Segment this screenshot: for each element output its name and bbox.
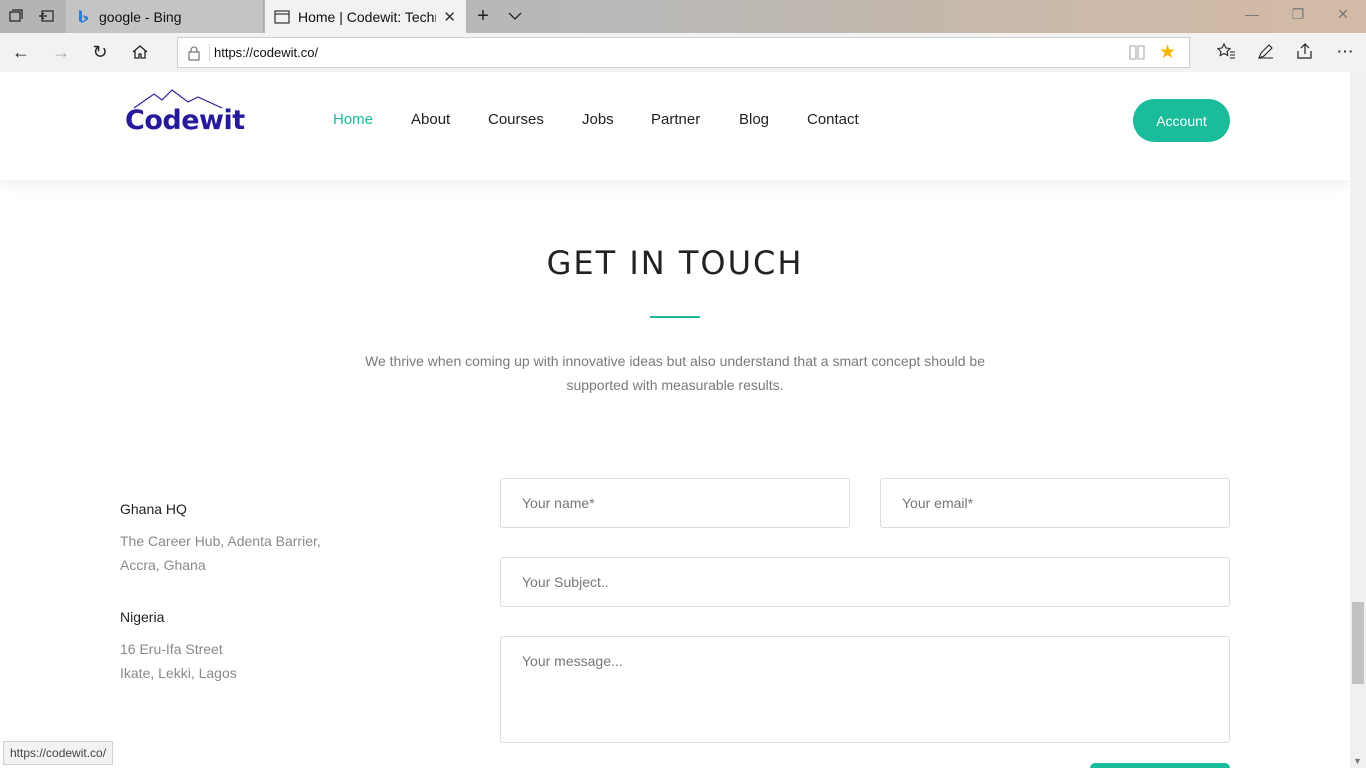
- minimize-icon[interactable]: —: [1242, 6, 1262, 22]
- close-tab-icon[interactable]: ✕: [443, 8, 456, 26]
- submit-button[interactable]: [1090, 763, 1230, 768]
- tab-set-aside-icon[interactable]: [7, 7, 25, 25]
- url-divider: [209, 44, 210, 62]
- logo-text: Codewit: [125, 105, 245, 136]
- scroll-thumb[interactable]: [1352, 602, 1364, 684]
- favorites-list-icon[interactable]: [1215, 42, 1237, 65]
- home-icon[interactable]: [129, 41, 151, 63]
- office-nigeria-line-2: Ikate, Lekki, Lagos: [120, 665, 237, 681]
- share-icon[interactable]: [1294, 42, 1316, 65]
- back-icon[interactable]: ←: [10, 41, 32, 63]
- message-field[interactable]: Your message...: [500, 636, 1230, 743]
- address-bar[interactable]: https://codewit.co/ ★: [177, 37, 1190, 68]
- nav-about[interactable]: About: [411, 111, 450, 128]
- reading-view-icon[interactable]: [1129, 44, 1145, 61]
- description-line-1: We thrive when coming up with innovative…: [365, 353, 985, 369]
- url-text[interactable]: https://codewit.co/: [214, 45, 318, 60]
- page-scrollbar[interactable]: ▼: [1350, 72, 1366, 768]
- lock-icon: [187, 45, 201, 61]
- office-ghana-heading: Ghana HQ: [120, 501, 187, 517]
- tab-title: Home | Codewit: Technology: [298, 8, 436, 25]
- new-tab-icon[interactable]: +: [474, 6, 492, 26]
- notes-pen-icon[interactable]: [1255, 42, 1277, 65]
- bing-icon: [75, 9, 91, 25]
- nav-courses[interactable]: Courses: [488, 111, 544, 128]
- status-bar-url: https://codewit.co/: [3, 741, 114, 765]
- close-window-icon[interactable]: ✕: [1333, 6, 1353, 23]
- section-title: GET IN TOUCH: [546, 244, 804, 282]
- more-options-icon[interactable]: ⋯: [1334, 42, 1356, 62]
- office-ghana-line-1: The Career Hub, Adenta Barrier,: [120, 533, 321, 549]
- favorite-star-icon[interactable]: ★: [1159, 41, 1176, 64]
- restore-tabs-icon[interactable]: [38, 7, 56, 25]
- forward-icon[interactable]: →: [50, 41, 72, 63]
- nav-blog[interactable]: Blog: [739, 111, 769, 128]
- restore-window-icon[interactable]: ❐: [1288, 6, 1308, 23]
- email-placeholder: Your email*: [902, 495, 974, 511]
- account-button[interactable]: Account: [1133, 99, 1230, 142]
- codewit-logo[interactable]: Codewit: [122, 88, 245, 138]
- description-line-2: supported with measurable results.: [566, 377, 784, 393]
- nav-jobs[interactable]: Jobs: [582, 111, 614, 128]
- subject-placeholder: Your Subject..: [522, 574, 609, 590]
- title-underline: [650, 316, 700, 318]
- name-field[interactable]: Your name*: [500, 478, 850, 528]
- browser-tab-bar: google - Bing Home | Codewit: Technology…: [0, 0, 1366, 33]
- office-nigeria-line-1: 16 Eru-Ifa Street: [120, 641, 223, 657]
- tab-bing[interactable]: google - Bing: [66, 0, 264, 33]
- browser-toolbar: ← → ↻ https://codewit.co/ ★ ⋯: [0, 33, 1366, 72]
- nav-home[interactable]: Home: [333, 111, 373, 128]
- page-icon: [274, 9, 290, 25]
- tab-title: google - Bing: [99, 8, 182, 25]
- message-placeholder: Your message...: [522, 653, 623, 669]
- site-header: Codewit Home About Courses Jobs Partner …: [0, 72, 1350, 180]
- email-field[interactable]: Your email*: [880, 478, 1230, 528]
- nav-partner[interactable]: Partner: [651, 111, 700, 128]
- subject-field[interactable]: Your Subject..: [500, 557, 1230, 607]
- name-placeholder: Your name*: [522, 495, 595, 511]
- section-description: We thrive when coming up with innovative…: [325, 349, 1025, 397]
- nav-contact[interactable]: Contact: [807, 111, 859, 128]
- tab-codewit[interactable]: Home | Codewit: Technology ✕: [265, 0, 466, 33]
- office-nigeria-heading: Nigeria: [120, 609, 165, 625]
- refresh-icon[interactable]: ↻: [89, 41, 111, 63]
- office-ghana-line-2: Accra, Ghana: [120, 557, 206, 573]
- tab-preview-chevron-icon[interactable]: [506, 7, 524, 25]
- web-page: Codewit Home About Courses Jobs Partner …: [0, 72, 1350, 768]
- scroll-down-arrow-icon[interactable]: ▼: [1353, 756, 1362, 766]
